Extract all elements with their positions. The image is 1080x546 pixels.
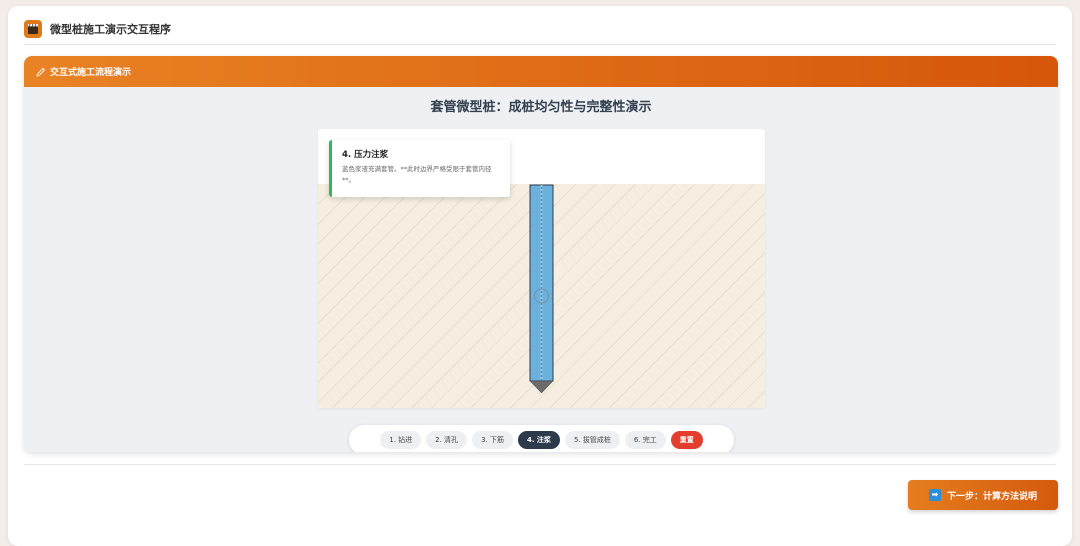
step-button-cleaning[interactable]: 2. 清孔	[426, 431, 468, 449]
header-divider	[24, 44, 1056, 45]
step-button-complete[interactable]: 6. 完工	[624, 431, 666, 449]
demo-title: 套管微型桩：成桩均匀性与完整性演示	[430, 100, 652, 115]
arrow-right-icon: ➡	[928, 489, 941, 501]
construction-stage: 4. 压力注浆 蓝色浆液充满套管。**此时边界严格受限于套管内径**。	[318, 129, 765, 408]
demo-panel: 交互式施工流程演示 套管微型桩：成桩均匀性与完整性演示 4. 压力注浆 蓝色浆液…	[24, 56, 1058, 452]
panel-header: 交互式施工流程演示	[24, 56, 1058, 87]
footer-divider	[24, 464, 1056, 465]
step-button-grouting[interactable]: 4. 注浆	[517, 431, 560, 449]
step-button-extract-casing[interactable]: 5. 拔管成桩	[564, 431, 620, 449]
pencil-icon	[36, 62, 46, 81]
step-button-rebar[interactable]: 3. 下筋	[472, 431, 513, 449]
app-window: 微型桩施工演示交互程序 交互式施工流程演示 套管微型桩：成桩均匀性与完整性演示	[8, 6, 1072, 546]
app-title: 微型桩施工演示交互程序	[50, 23, 171, 36]
reset-button[interactable]: 重置	[670, 431, 703, 449]
panel-header-title: 交互式施工流程演示	[50, 68, 132, 78]
step-controls: 1. 钻进 2. 清孔 3. 下筋 4. 注浆 5. 拔管成桩 6. 完工 重置	[349, 425, 734, 452]
next-step-label: 下一步：计算方法说明	[946, 491, 1037, 502]
step-info-description: 蓝色浆液充满套管。**此时边界严格受限于套管内径**。	[342, 165, 492, 184]
step-info-card: 4. 压力注浆 蓝色浆液充满套管。**此时边界严格受限于套管内径**。	[329, 140, 510, 197]
pile-tip	[529, 380, 554, 394]
app-header: 微型桩施工演示交互程序	[24, 18, 171, 40]
step-button-drilling[interactable]: 1. 钻进	[380, 431, 422, 449]
next-step-button[interactable]: ➡ 下一步：计算方法说明	[908, 480, 1058, 510]
step-info-title: 4. 压力注浆	[342, 150, 389, 160]
film-clapper-icon	[24, 20, 42, 38]
